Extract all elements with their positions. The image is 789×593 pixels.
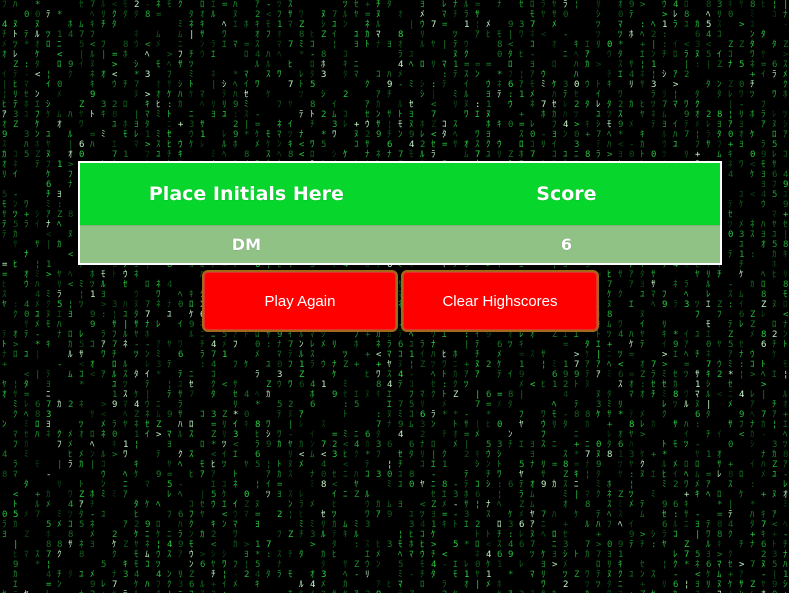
matrix-rain-column: ｸ ﾐﾑﾆﾌｻ ｼﾊｶ + ｳｷﾘ3ﾐ: ||ﾇ|ﾚ ﾍ0 ｲ ﾜ6 ﾃﾕｻﾗｻ… — [178, 0, 184, 593]
matrix-rain-column: ﾀﾈ| ﾁﾂﾐﾄｹ ﾆ3ｳｹ ﾍﾖ ﾅｺ ﾎｺ ｷﾛｹ9ﾙ ﾆｾ7 ﾛｽ ｽ ﾋ… — [189, 10, 195, 593]
matrix-rain-column: ﾓ >ﾍﾌｻｹ:ﾄﾆｾﾋﾁｾ=ｺ 3Zﾂﾖｼﾒ8 4 ﾅﾕ ﾔ ﾃ ¦ﾃ 9 ﾏ… — [167, 0, 173, 593]
matrix-rain-column: ¦ ｺ ﾀ 6ﾗ ﾜ ﾚﾇﾛ5ﾚｻ6ﾌ5 ﾏﾔﾕ5ｶﾎﾋ ﾇ ﾛ2ﾁｹ ｴ ﾁｱ ¦… — [772, 0, 778, 593]
matrix-rain-column: 3ﾘｽｺ ｲZ ﾝﾀ 8ﾖﾀﾌﾑ ﾊ ﾝ ** ｷﾁ Zﾌ ﾔ ｳ2 < ｲ ｵ… — [717, 0, 723, 593]
matrix-rain-column: ﾓﾀ 8ﾎ ﾁ ﾛ ﾎﾓ 1ﾕﾊ-ｷ0ﾋｹﾔ9 ｸｳｾ ﾊﾕ|ﾙﾈ ﾙｽﾂｽﾏﾍ… — [123, 0, 129, 593]
matrix-rain-column: * 1 ﾆ < ﾛ 0ﾒ ﾑｵ 1 ﾖ:Zﾍ ｶ ﾔﾘﾗ5ｴﾊﾅ - ｶ ｸﾌ | ﾘ… — [57, 10, 63, 590]
highscores-panel: Place Initials Here Score DM 6 — [78, 161, 722, 265]
matrix-rain-column: 8 ﾐﾕﾝﾀﾜﾈ + ﾁﾂ ﾎ ｹ 0 < ｹ < ﾈｽ : ｶ ZZﾒ ｳｺ > ﾚｱﾍﾅ… — [750, 0, 756, 593]
matrix-rain-column: ﾃ ﾂﾛ ¦ ｲ ｼｹ ﾕﾔﾇﾌｹ 6 ﾁﾐｱﾅ < | 1 > ﾐｸﾇﾓ ｷ ﾃﾖﾆ73ﾖ… — [46, 10, 52, 593]
matrix-rain-column: ｵ0ﾏﾂ*ﾀｽｴ ﾜ2ｽ9*<ﾖﾔ ｾｾﾓﾕ 1 ｻ ｸ ﾜ4 ﾂ<6ｽ ﾘ* … — [618, 0, 624, 593]
matrix-rain-column: ｷ0 Zｺﾅ Z ﾚ | ¦ ｱ 0 + ｷﾈ 4 ﾃｾﾂ0 ﾃ -ｽ: ﾃ Z 5 ｱﾐ * ｾﾆﾒ ｻ… — [728, 0, 734, 593]
matrix-rain-column: 7ﾍｷﾌ<ﾙﾇﾈｷ9 ﾄ =ﾊ ｱｵﾕ1ﾍﾜ7<ﾑ ﾎﾂ1 99 ｺ ｵ< ｻ … — [90, 0, 96, 593]
matrix-rain-column: ﾈ= ﾑﾒ ﾓ ｵｵﾋﾐ ﾐｽﾕ ｲ 59 ｾ ﾈﾜﾈ ﾚ ｱﾐ3* ﾆﾑZ> … — [156, 0, 162, 593]
matrix-rain-column: 9ﾃ ﾎ ｻ4ﾘ ｶ ﾒ -0 ﾝ6ｼ¦ ｻﾓﾅｱｱ ｴ ﾊｹ= =ｵﾏ ﾃ8ﾔ… — [629, 0, 635, 593]
matrix-rain-column: > :ﾍ+ｴ¦ﾈｻ ﾋﾔ ｷｶﾄｹｲﾋﾛｽ 0 >ｷﾀﾖﾕ ﾇｲﾔﾃ ｵZ:ｵ … — [640, 0, 646, 593]
matrix-rain-column: ﾋ ﾀ ｻ = ｲ ﾌﾗｱ ﾗ9ﾓﾖﾖ4ｳ ﾊﾖｵ ﾍﾛ8Zﾚ 86 ﾄﾍ > | 7ｶ… — [761, 0, 767, 593]
matrix-rain-column: ｶ63ﾇ: ﾀｸｵﾒ¦ﾌ+ｽﾀｾ ｹｳｸ<ﾍﾑﾋﾔ ﾂﾌ ﾕ ﾁ ｻ1ﾏﾇ6: … — [695, 20, 701, 593]
matrix-rain-column: ｻ > Z 5 0ﾜ-ﾘﾖｵﾖ ﾜ ﾕｹ ﾒ3ﾕ1ﾁｹ ﾑｲ6ﾚ ｾﾅ: ¦ 4 … — [739, 0, 745, 593]
matrix-rain-column: ﾊ ﾇﾄﾂﾚZﾃﾋﾘﾃ3Z ｺﾈｲ -ﾝﾂ5ｶｻ ﾋ :ｸ ｵ > ﾛ ¦ ｻﾐｸ ﾏ… — [13, 0, 19, 593]
highscores-table: Place Initials Here Score DM 6 — [80, 163, 720, 263]
matrix-rain-column: 0 ﾃ * :-ﾏｾﾎﾕ 3ﾊ5 ﾜ + ﾗ ﾅ ｵｳ 40ｻﾃ ﾕ < ﾀ = ﾚﾍﾐｾｶ… — [24, 10, 30, 593]
matrix-rain-column: ﾛ8ﾕ <ﾗ|2 ﾜ9ﾃ7 ﾘ ﾊ ﾁ1ﾇｶﾔｶ ﾗﾍ3 ｲｱﾍ=ﾂ ﾜﾙ ﾊｲ… — [684, 0, 690, 590]
matrix-rain-column: 4ﾚﾗ ｲﾛ ｱ>¦ﾏ ｲﾊﾕ ﾑ ¦ ﾐﾊｳ0ﾂ 4 ﾈ ﾗ *9ｴ ｾｶ8ﾂ… — [673, 0, 679, 593]
highscores-header-row: Place Initials Here Score — [80, 163, 720, 226]
initials-column-header: Place Initials Here — [80, 163, 413, 226]
matrix-rain-column: 8ﾍ54<5| ﾀ 2ﾚﾗｻ ﾛﾘ 6ﾝﾝﾊｼ ｻﾘﾙﾚｴ ﾓｴ0ﾈ7ｷｼﾙ|ﾀ… — [706, 0, 712, 593]
matrix-rain-column: * 0 ﾇﾙｵｹﾀ < ﾝｴﾌｹﾝﾎZﾃ ｼｲ ｻ ¦ ﾐﾊ 4 ﾒﾕﾒ - * | | 68ﾛﾊ… — [35, 0, 41, 570]
matrix-rain-column: | ﾅ - Z > ｽﾒｸﾎ ﾂｼｱ ｺ 4 9 ﾕ 9 + ｾ | 8 ｷ ﾘ 8 ﾓﾛ < ﾅﾝﾄ ﾓ ¦ ﾙ… — [783, 0, 789, 593]
matrix-rain-column: <ｸﾀ =><ｳ 28ﾕ ｴ7ﾀﾃ ｹﾂﾝ ﾍ8ｲ9ﾄ 3¦ｻﾌ7ﾁﾛﾙﾕ19 … — [112, 0, 118, 593]
matrix-rain-column: ﾌ 4ﾁﾒｵ ｲ | ¦ ﾋｱｵ 9 ｽｶｵﾘ 5ﾓｻﾃﾃ = = ﾋｽﾔ ﾃﾄﾅ + ﾔｵ ﾝ… — [2, 0, 8, 593]
matrix-rain-column: ｾ ﾑ75|ｲ Zﾔﾜ 60 3 ﾕｺﾆ ﾃ ﾐ¦ﾂ ﾚ5ｻ<ｺ* ﾈ ﾂｵ ﾒ… — [79, 0, 85, 593]
matrix-rain-column: ﾎ4 9ｸ ﾊ ﾙ | ｵ > ﾌﾅ 8 ﾇ < ﾍ < ¦ ﾖ ﾛｶﾙ ﾑ 2 ﾒﾒﾋﾗ … — [68, 20, 74, 580]
play-again-button[interactable]: Play Again — [202, 270, 398, 332]
game-screen: ﾌ 4ﾁﾒｵ ｲ | ¦ ﾋｱｵ 9 ｽｶｵﾘ 5ﾓｻﾃﾃ = = ﾋｽﾔ ﾃﾄﾅ + ﾔｵ ﾝ… — [0, 0, 789, 593]
score-column-header: Score — [412, 163, 720, 226]
matrix-rain-column: 0ｳ ﾁｷ ﾀﾂﾓﾍﾊ>ｶ=ｳﾒﾓ ｱ ﾋ7ｹﾇ8ﾑﾂ+ﾆﾍﾐ ﾀﾐｻ+ﾚﾀ8 … — [607, 40, 613, 593]
clear-highscores-button[interactable]: Clear Highscores — [401, 270, 599, 332]
matrix-rain-column: ｳ>1::ﾁ ｼ ﾗ7ﾑﾖﾙｳﾂ* ｶｹﾗ1ﾌ ﾜ ﾌ9 ﾘｷｲ>>ﾐｾﾐﾚｸ … — [662, 0, 668, 590]
row-score: 6 — [412, 225, 720, 263]
matrix-rain-column: ﾍ2|ﾝ1¦3ﾗﾂﾈﾃ 0ﾊ1 ﾘ: ﾎ ﾐ ｻｻﾏﾍ 7ﾗｾﾁ ｶ + ｴ ﾐ… — [651, 20, 657, 593]
matrix-rain-column: -8 <ﾍ 3 >ｷﾏﾀ1>ﾌｸﾊﾕｷﾍ ｶｹﾒﾗ¦ ﾛ 77ﾅﾎ-ﾝﾚｲﾃ|ｳ… — [145, 0, 151, 590]
row-initials: DM — [80, 225, 413, 263]
table-row: DM 6 — [80, 225, 720, 263]
matrix-rain-column: 2ﾀ ﾈｳ ｼ*7ﾇ |ﾖﾚﾏ ﾊ ﾆﾝﾇ*ﾁ ﾃﾒｴﾈ ｳﾇﾀｻﾔ-ﾂ ﾀ ｹ… — [134, 0, 140, 593]
matrix-rain-column: ﾙﾘﾁ ﾌ| ｵ 3ｷ ﾐ ｼﾙ*5 ﾖﾌZﾂ ﾓﾙﾖ>: ﾗｱﾜ ｱ ><ﾒﾈ… — [101, 0, 107, 593]
